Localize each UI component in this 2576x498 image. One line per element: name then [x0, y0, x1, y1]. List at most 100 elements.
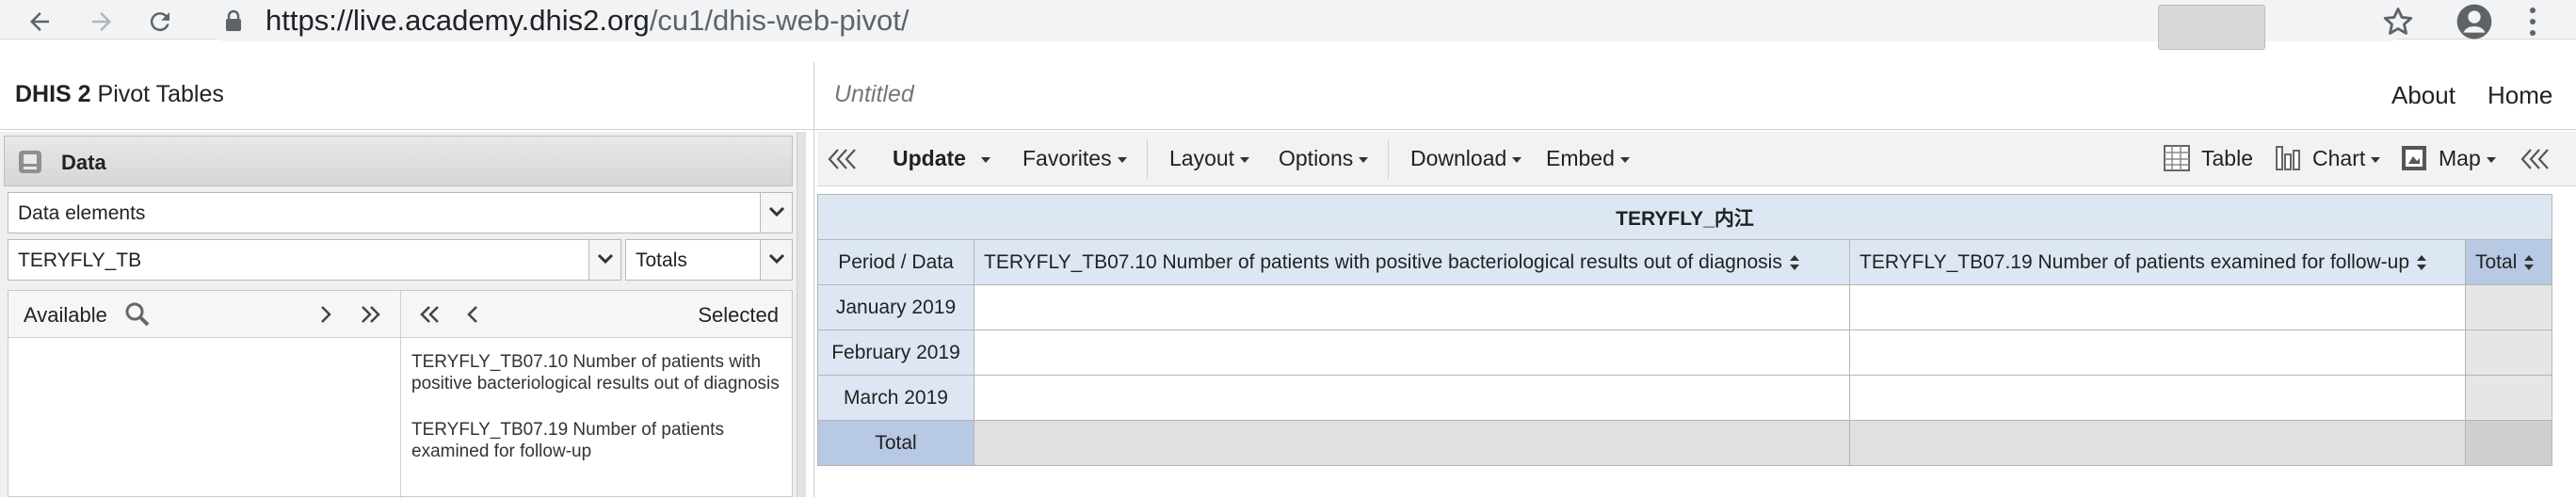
available-label: Available	[24, 303, 107, 327]
total-row: Total	[817, 420, 2552, 466]
app-title: DHIS 2 Pivot Tables	[15, 81, 224, 108]
table-icon	[2164, 145, 2190, 171]
lock-icon	[226, 9, 241, 31]
back-arrow-icon[interactable]	[21, 3, 58, 40]
deselect-one-icon[interactable]	[459, 300, 487, 329]
org-unit-row: TERYFLY_内江	[817, 194, 2552, 240]
value-cell[interactable]	[974, 329, 1850, 376]
column-header[interactable]: TERYFLY_TB07.19 Number of patients exami…	[1849, 239, 2466, 285]
sort-icon[interactable]	[2417, 254, 2427, 271]
row-total-cell[interactable]	[2465, 375, 2552, 421]
browser-menu-icon[interactable]	[2523, 5, 2542, 39]
chart-view-button[interactable]: Chart	[2312, 146, 2381, 171]
row-header: February 2019	[817, 329, 974, 376]
value-cell[interactable]	[974, 284, 1850, 330]
caret-down-icon	[1619, 156, 1630, 163]
app-title-bold: DHIS 2	[15, 81, 91, 107]
select-one-icon[interactable]	[312, 300, 340, 329]
app-title-rest: Pivot Tables	[90, 81, 224, 107]
total-row-header: Total	[817, 420, 974, 466]
url-path: /cu1/dhis-web-pivot/	[649, 4, 910, 37]
total-column-header[interactable]: Total	[2465, 239, 2552, 285]
caret-down-icon[interactable]	[980, 156, 990, 163]
chart-icon	[2276, 146, 2300, 170]
selected-item[interactable]: TERYFLY_TB07.10 Number of patients with …	[411, 351, 788, 394]
toolbar-separator	[1147, 139, 1148, 179]
home-link[interactable]: Home	[2487, 81, 2552, 110]
value-cell[interactable]	[974, 375, 1850, 421]
chevron-down-icon[interactable]	[588, 240, 620, 280]
embed-label: Embed	[1546, 146, 1615, 170]
table-row: February 2019	[817, 329, 2552, 376]
column-total-cell[interactable]	[974, 420, 1850, 466]
chevron-down-icon[interactable]	[760, 193, 792, 233]
value-cell[interactable]	[1849, 375, 2466, 421]
item-selector: Available Selected TERYFLY_TB07.10 Numbe…	[8, 290, 793, 498]
options-menu[interactable]: Options	[1279, 146, 1369, 171]
map-view-button[interactable]: Map	[2439, 146, 2496, 171]
map-view-label: Map	[2439, 146, 2481, 170]
selector-divider	[400, 291, 401, 498]
table-row: March 2019	[817, 375, 2552, 421]
forward-arrow-icon[interactable]	[83, 3, 121, 40]
favorite-title: Untitled	[834, 81, 914, 107]
caret-down-icon	[2371, 156, 2381, 163]
data-type-value: Data elements	[18, 202, 146, 224]
select-all-icon[interactable]	[357, 300, 385, 329]
grand-total-cell[interactable]	[2465, 420, 2552, 466]
table-row: January 2019	[817, 284, 2552, 330]
deselect-all-icon[interactable]	[415, 300, 443, 329]
map-icon	[2402, 146, 2426, 170]
column-header[interactable]: TERYFLY_TB07.10 Number of patients with …	[974, 239, 1850, 285]
caret-down-icon	[2486, 156, 2496, 163]
download-menu[interactable]: Download	[1410, 146, 1522, 171]
detail-select[interactable]: Totals	[625, 239, 793, 281]
row-header: January 2019	[817, 284, 974, 330]
chevron-down-icon[interactable]	[760, 240, 792, 280]
url-text[interactable]: https://live.academy.dhis2.org/cu1/dhis-…	[266, 4, 910, 38]
account-icon[interactable]	[2455, 3, 2493, 40]
data-section-header[interactable]: Data	[4, 136, 793, 186]
caret-down-icon	[1240, 156, 1250, 163]
caret-down-icon	[1117, 156, 1127, 163]
data-section-label: Data	[61, 151, 106, 174]
sort-icon[interactable]	[1789, 254, 1799, 271]
update-label: Update	[893, 146, 966, 170]
value-cell[interactable]	[1849, 329, 2466, 376]
row-total-cell[interactable]	[2465, 284, 2552, 330]
detail-value: Totals	[636, 249, 687, 271]
table-view-label: Table	[2201, 146, 2253, 170]
selected-label: Selected	[698, 303, 779, 327]
row-header: March 2019	[817, 375, 974, 421]
embed-menu[interactable]: Embed	[1546, 146, 1630, 171]
row-total-cell[interactable]	[2465, 329, 2552, 376]
org-unit-header: TERYFLY_内江	[817, 194, 2552, 240]
search-icon[interactable]	[123, 300, 152, 329]
column-total-cell[interactable]	[1849, 420, 2466, 466]
chart-view-label: Chart	[2312, 146, 2366, 170]
about-link[interactable]: About	[2391, 81, 2455, 110]
options-label: Options	[1279, 146, 1354, 170]
table-view-button[interactable]	[2158, 5, 2265, 50]
layout-label: Layout	[1169, 146, 1235, 170]
column-header-label: TERYFLY_TB07.19 Number of patients exami…	[1860, 250, 2410, 273]
collapse-west-icon[interactable]	[827, 147, 859, 171]
data-type-select[interactable]: Data elements	[8, 192, 793, 233]
sort-icon[interactable]	[2524, 254, 2535, 271]
collapse-east-icon[interactable]	[2520, 147, 2552, 171]
toolbar-separator	[1388, 139, 1389, 179]
update-button[interactable]: Update	[893, 146, 990, 171]
corner-header: Period / Data	[817, 239, 974, 285]
favorites-menu[interactable]: Favorites	[1022, 146, 1127, 171]
data-group-value: TERYFLY_TB	[18, 249, 142, 271]
data-group-select[interactable]: TERYFLY_TB	[8, 239, 621, 281]
left-panel-scrollbar[interactable]	[797, 132, 806, 497]
reload-icon[interactable]	[141, 3, 179, 40]
panel-divider	[813, 62, 814, 497]
value-cell[interactable]	[1849, 284, 2466, 330]
pivot-table: TERYFLY_内江 Period / Data TERYFLY_TB07.10…	[817, 194, 2552, 466]
layout-menu[interactable]: Layout	[1169, 146, 1250, 171]
data-icon	[19, 151, 41, 173]
bookmark-star-icon[interactable]	[2380, 4, 2416, 40]
selected-item[interactable]: TERYFLY_TB07.19 Number of patients exami…	[411, 419, 788, 462]
